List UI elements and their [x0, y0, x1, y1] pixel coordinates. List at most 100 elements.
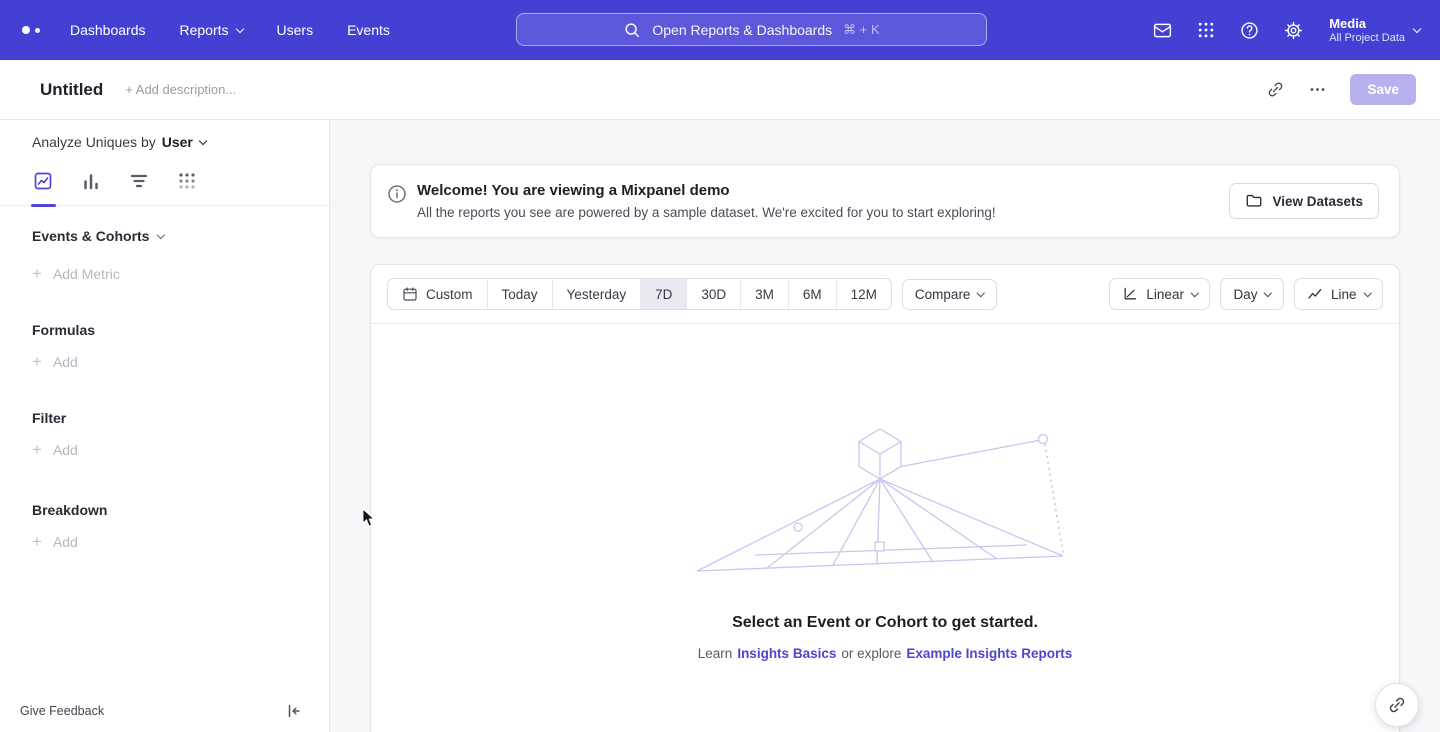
chevron-down-icon [1264, 289, 1272, 297]
tab-flows-report[interactable] [176, 170, 198, 192]
report-toolbar: Custom Today Yesterday 7D 30D 3M 6M 12M … [371, 265, 1399, 323]
search-placeholder: Open Reports & Dashboards [652, 22, 832, 38]
range-7d[interactable]: 7D [640, 279, 686, 309]
breakdown-label: Breakdown [32, 502, 107, 518]
help-icon[interactable] [1239, 20, 1260, 41]
chevron-down-icon [1413, 24, 1421, 32]
formulas-section-header: Formulas [32, 322, 329, 338]
range-custom[interactable]: Custom [388, 279, 487, 309]
example-insights-reports-link[interactable]: Example Insights Reports [906, 646, 1072, 661]
settings-gear-icon[interactable] [1283, 20, 1304, 41]
empty-state-illustration [695, 424, 1075, 574]
insights-report-card: Custom Today Yesterday 7D 30D 3M 6M 12M … [370, 264, 1400, 732]
view-datasets-button[interactable]: View Datasets [1229, 183, 1379, 219]
report-type-tabs [0, 170, 329, 206]
chart-type-dropdown[interactable]: Line [1294, 278, 1383, 310]
active-tab-indicator [31, 204, 56, 207]
search-icon [623, 21, 641, 39]
welcome-banner: Welcome! You are viewing a Mixpanel demo… [370, 164, 1400, 238]
plus-icon: + [32, 355, 42, 369]
empty-state-title: Select an Event or Cohort to get started… [371, 614, 1399, 632]
primary-nav: Dashboards Reports Users Events [70, 22, 390, 38]
chevron-down-icon [157, 231, 165, 239]
nav-dashboards[interactable]: Dashboards [70, 22, 146, 38]
apps-grid-icon[interactable] [1196, 20, 1216, 40]
link-icon [1387, 695, 1407, 715]
share-link-fab[interactable] [1375, 683, 1419, 727]
learn-prefix: Learn [698, 646, 733, 661]
analyze-by-value: User [162, 134, 193, 150]
calendar-icon [402, 286, 418, 302]
scale-label: Linear [1146, 287, 1184, 302]
welcome-body: All the reports you see are powered by a… [417, 205, 996, 220]
add-metric-button[interactable]: + Add Metric [32, 266, 329, 282]
range-custom-label: Custom [426, 287, 473, 302]
report-title[interactable]: Untitled [40, 80, 103, 100]
range-3m[interactable]: 3M [740, 279, 788, 309]
range-6m[interactable]: 6M [788, 279, 836, 309]
toolbar-right: Linear Day Line [1109, 278, 1383, 310]
events-cohorts-section-header[interactable]: Events & Cohorts [32, 228, 329, 244]
nav-reports[interactable]: Reports [180, 22, 243, 38]
formulas-label: Formulas [32, 322, 95, 338]
inbox-icon[interactable] [1152, 20, 1173, 41]
report-header-actions: Save [1258, 73, 1416, 107]
chevron-down-icon [1191, 289, 1199, 297]
insights-basics-link[interactable]: Insights Basics [737, 646, 836, 661]
scale-dropdown[interactable]: Linear [1109, 278, 1210, 310]
report-header: Untitled + Add description... Save [0, 60, 1440, 120]
add-filter-label: Add [53, 442, 78, 458]
granularity-dropdown[interactable]: Day [1220, 278, 1284, 310]
chart-type-label: Line [1331, 287, 1357, 302]
insights-chart-icon [33, 171, 53, 191]
folder-icon [1245, 192, 1263, 210]
analyze-uniques-row: Analyze Uniques by User [32, 134, 329, 150]
granularity-label: Day [1233, 287, 1257, 302]
tab-insights[interactable] [32, 170, 54, 192]
tab-funnel-report[interactable] [128, 170, 150, 192]
middle-text: or explore [841, 646, 901, 661]
save-button[interactable]: Save [1350, 74, 1416, 105]
more-options-icon[interactable] [1300, 73, 1334, 107]
range-yesterday[interactable]: Yesterday [552, 279, 641, 309]
filter-label: Filter [32, 410, 66, 426]
query-builder-sidebar: Analyze Uniques by User [0, 120, 330, 732]
top-nav-right: Media All Project Data [1152, 16, 1420, 45]
project-selector[interactable]: Media All Project Data [1329, 16, 1420, 45]
logo-dot [22, 26, 30, 34]
add-formula-button[interactable]: + Add [32, 354, 329, 370]
copy-link-icon[interactable] [1258, 73, 1292, 107]
bar-chart-icon [81, 171, 101, 191]
collapse-sidebar-icon[interactable] [285, 702, 303, 720]
global-search[interactable]: Open Reports & Dashboards ⌘ + K [516, 13, 987, 46]
search-shortcut: ⌘ + K [843, 22, 880, 38]
report-description-placeholder[interactable]: + Add description... [125, 82, 236, 97]
add-filter-button[interactable]: + Add [32, 442, 329, 458]
give-feedback-link[interactable]: Give Feedback [20, 704, 104, 718]
compare-button[interactable]: Compare [902, 279, 997, 310]
add-breakdown-label: Add [53, 534, 78, 550]
chevron-down-icon [235, 24, 243, 32]
analyze-by-dropdown[interactable]: User [162, 134, 206, 150]
flows-dots-icon [177, 171, 197, 191]
plus-icon: + [32, 267, 42, 281]
info-icon [387, 184, 407, 204]
plus-icon: + [32, 443, 42, 457]
add-breakdown-button[interactable]: + Add [32, 534, 329, 550]
tab-bar-report[interactable] [80, 170, 102, 192]
project-name: Media [1329, 16, 1405, 31]
mixpanel-logo[interactable] [22, 26, 40, 34]
view-datasets-label: View Datasets [1272, 194, 1363, 209]
sidebar-footer: Give Feedback [0, 692, 329, 732]
chevron-down-icon [977, 289, 985, 297]
add-formula-label: Add [53, 354, 78, 370]
range-30d[interactable]: 30D [686, 279, 740, 309]
logo-dot [35, 28, 40, 33]
compare-label: Compare [915, 287, 971, 302]
nav-users[interactable]: Users [277, 22, 314, 38]
nav-events[interactable]: Events [347, 22, 390, 38]
range-12m[interactable]: 12M [836, 279, 891, 309]
breakdown-section-header: Breakdown [32, 502, 329, 518]
add-metric-label: Add Metric [53, 266, 120, 282]
range-today[interactable]: Today [487, 279, 552, 309]
